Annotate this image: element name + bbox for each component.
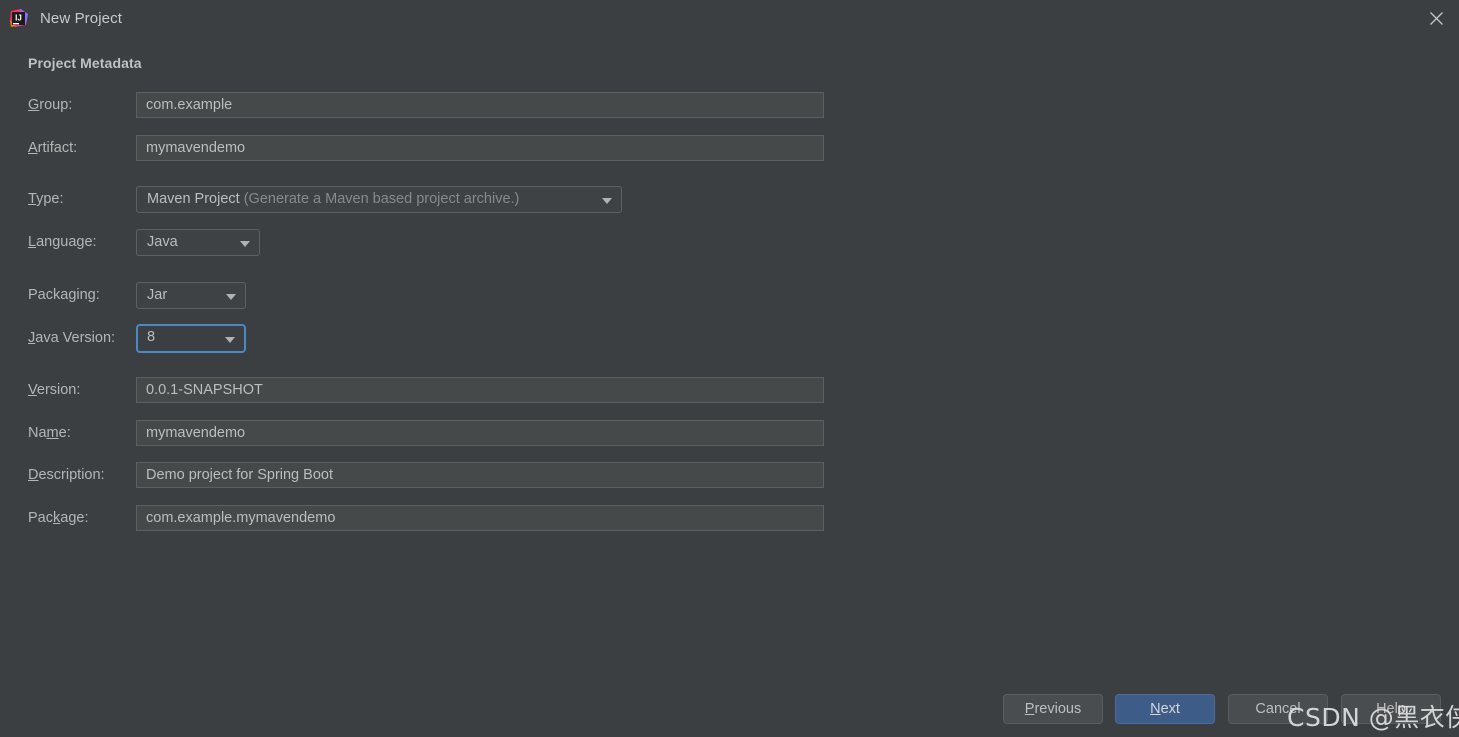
label-type: Type: [28,191,64,207]
next-button[interactable]: Next [1115,694,1215,724]
section-title: Project Metadata [28,55,142,71]
chevron-down-icon [602,197,612,204]
packaging-combo[interactable]: Jar [136,282,246,309]
name-input[interactable]: mymavendemo [136,420,824,446]
window-title: New Project [40,9,122,27]
language-combo-value: Java [147,234,178,250]
intellij-idea-logo-icon: IJ [9,8,29,28]
label-packaging: Packaging: [28,287,100,303]
type-combo-value: Maven Project [147,191,240,207]
close-icon[interactable] [1413,0,1459,36]
chevron-down-icon [226,293,236,300]
previous-button[interactable]: Previous [1003,694,1103,724]
label-group: Group: [28,97,73,113]
type-combo[interactable]: Maven Project (Generate a Maven based pr… [136,186,622,213]
package-input[interactable]: com.example.mymavendemo [136,505,824,531]
packaging-combo-value: Jar [147,287,168,303]
description-input[interactable]: Demo project for Spring Boot [136,462,824,488]
label-artifact: Artifact: [28,140,78,156]
label-language: Language: [28,234,97,250]
label-java-version: Java Version: [28,330,116,346]
language-combo[interactable]: Java [136,229,260,256]
type-combo-hint: (Generate a Maven based project archive.… [243,191,520,207]
chevron-down-icon [225,336,235,343]
java-version-combo[interactable]: 8 [136,324,246,353]
svg-text:IJ: IJ [15,14,22,23]
group-input[interactable]: com.example [136,92,824,118]
label-package: Package: [28,510,89,526]
dialog-content: Project Metadata Group: com.example Arti… [0,36,1459,737]
chevron-down-icon [240,240,250,247]
label-version: Version: [28,382,81,398]
title-bar: IJ New Project [0,0,1459,36]
java-version-combo-value: 8 [147,329,156,345]
label-description: Description: [28,467,105,483]
label-name: Name: [28,425,71,441]
csdn-watermark: CSDN @黑衣侠客 [1287,703,1459,732]
artifact-input[interactable]: mymavendemo [136,135,824,161]
version-input[interactable]: 0.0.1-SNAPSHOT [136,377,824,403]
